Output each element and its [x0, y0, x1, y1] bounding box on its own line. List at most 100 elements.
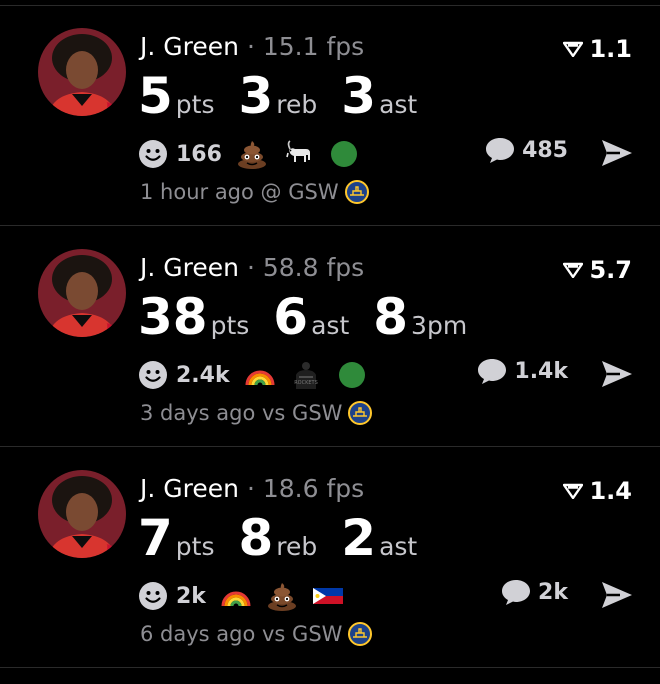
comments-button[interactable]: 2k: [500, 578, 568, 606]
share-send-icon[interactable]: [600, 580, 634, 610]
stat-unit: ast: [379, 90, 418, 119]
player-avatar[interactable]: ⚑: [38, 249, 126, 337]
stat-value: 5: [138, 67, 173, 125]
comment-bubble-icon: [478, 359, 507, 384]
stat-item: 5 pts: [138, 68, 215, 124]
reaction-count: 166: [176, 141, 222, 167]
stat-unit: ast: [311, 311, 350, 340]
gsw-logo-icon[interactable]: [348, 622, 373, 646]
poop-emoji-icon[interactable]: [266, 580, 298, 612]
stat-value: 3: [238, 67, 274, 125]
stat-item: 3 reb: [239, 68, 318, 124]
stat-unit: pts: [175, 532, 215, 561]
stat-item: 2 ast: [341, 510, 417, 566]
green-circle-emoji-icon[interactable]: [336, 359, 368, 391]
stat-unit: 3pm: [411, 311, 468, 340]
stat-value: 6: [273, 288, 309, 346]
comment-bubble-icon: [486, 138, 515, 163]
post-footer: 6 days ago vs GSW: [140, 622, 373, 646]
stat-unit: pts: [210, 311, 250, 340]
stat-item: 3 ast: [341, 68, 417, 124]
stat-value: 3: [341, 67, 377, 125]
separator: ·: [246, 474, 255, 503]
stat-line: 5 pts 3 reb 3 ast: [138, 68, 441, 128]
reactions-bar: 2.4k ROCKETS: [138, 355, 382, 395]
green-circle-emoji-icon[interactable]: [328, 138, 360, 170]
post-card[interactable]: ⚑ J. Green · 18.6 fps 1.4 7 pts 8 reb 2 ast…: [0, 448, 660, 668]
score-badge: 1.4: [563, 474, 632, 508]
rainbow-emoji-icon[interactable]: [220, 580, 252, 612]
post-header: J. Green · 18.6 fps: [140, 472, 364, 506]
gsw-logo-icon[interactable]: [344, 180, 369, 204]
poop-emoji-icon[interactable]: [236, 138, 268, 170]
timestamp-opponent: 3 days ago vs GSW: [140, 401, 343, 425]
stat-value: 8: [373, 288, 409, 346]
separator: ·: [246, 32, 255, 61]
score-badge: 1.1: [563, 32, 632, 66]
stat-value: 7: [138, 509, 173, 567]
game-feed: ⚑ J. Green · 15.1 fps 1.1 5 pts 3 reb 3 ast…: [0, 0, 660, 684]
player-avatar[interactable]: ⚑: [38, 470, 126, 558]
stat-value: 8: [238, 509, 274, 567]
stat-line: 7 pts 8 reb 2 ast: [138, 510, 441, 570]
stat-line: 38 pts 6 ast 8 3pm: [138, 289, 491, 349]
comment-count: 2k: [538, 579, 568, 605]
comments-button[interactable]: 1.4k: [476, 357, 568, 385]
comment-count: 485: [522, 137, 568, 163]
reactions-bar: 2k: [138, 576, 358, 616]
player-name[interactable]: J. Green: [140, 474, 239, 503]
score-icon: [563, 483, 584, 499]
smiley-react-icon[interactable]: [138, 360, 168, 390]
player-name[interactable]: J. Green: [140, 32, 239, 61]
separator: ·: [246, 253, 255, 282]
post-footer: 1 hour ago @ GSW: [140, 180, 369, 204]
fps-value: 15.1 fps: [262, 32, 365, 61]
comment-count: 1.4k: [514, 358, 568, 384]
post-header: J. Green · 15.1 fps: [140, 30, 364, 64]
smiley-react-icon[interactable]: [138, 139, 168, 169]
stat-unit: ast: [379, 532, 418, 561]
svg-text:⚑: ⚑: [104, 320, 118, 337]
score-value: 5.7: [589, 256, 632, 284]
stat-value: 38: [138, 288, 208, 346]
svg-text:⚑: ⚑: [104, 541, 118, 558]
score-badge: 5.7: [563, 253, 632, 287]
gsw-logo-icon[interactable]: [348, 401, 373, 425]
player-jersey-emoji-icon[interactable]: ROCKETS: [290, 359, 322, 391]
fps-value: 58.8 fps: [262, 253, 365, 282]
stat-unit: reb: [276, 532, 318, 561]
comments-button[interactable]: 485: [484, 136, 568, 164]
stat-unit: reb: [276, 90, 318, 119]
post-header: J. Green · 58.8 fps: [140, 251, 364, 285]
score-value: 1.4: [589, 477, 632, 505]
stat-item: 6 ast: [273, 289, 349, 345]
player-name[interactable]: J. Green: [140, 253, 239, 282]
stat-unit: pts: [175, 90, 215, 119]
score-value: 1.1: [589, 35, 632, 63]
smiley-react-icon[interactable]: [138, 581, 168, 611]
comment-bubble-icon: [502, 580, 531, 605]
reaction-count: 2.4k: [176, 362, 230, 388]
philippines-flag-emoji-icon[interactable]: [312, 580, 344, 612]
rainbow-emoji-icon[interactable]: [244, 359, 276, 391]
post-footer: 3 days ago vs GSW: [140, 401, 373, 425]
stat-item: 7 pts: [138, 510, 215, 566]
stat-item: 8 3pm: [373, 289, 467, 345]
share-send-icon[interactable]: [600, 138, 634, 168]
player-avatar[interactable]: ⚑: [38, 28, 126, 116]
stat-item: 8 reb: [239, 510, 318, 566]
svg-text:⚑: ⚑: [104, 99, 118, 116]
score-icon: [563, 41, 584, 57]
timestamp-opponent: 6 days ago vs GSW: [140, 622, 343, 646]
stat-item: 38 pts: [138, 289, 249, 345]
reaction-count: 2k: [176, 583, 206, 609]
goat-emoji-icon[interactable]: [282, 138, 314, 170]
post-card[interactable]: ⚑ J. Green · 15.1 fps 1.1 5 pts 3 reb 3 ast…: [0, 6, 660, 226]
share-send-icon[interactable]: [600, 359, 634, 389]
svg-text:ROCKETS: ROCKETS: [294, 380, 318, 386]
stat-value: 2: [341, 509, 377, 567]
timestamp-opponent: 1 hour ago @ GSW: [140, 180, 339, 204]
fps-value: 18.6 fps: [262, 474, 365, 503]
post-card[interactable]: ⚑ J. Green · 58.8 fps 5.7 38 pts 6 ast 8 3p…: [0, 227, 660, 447]
reactions-bar: 166: [138, 134, 374, 174]
